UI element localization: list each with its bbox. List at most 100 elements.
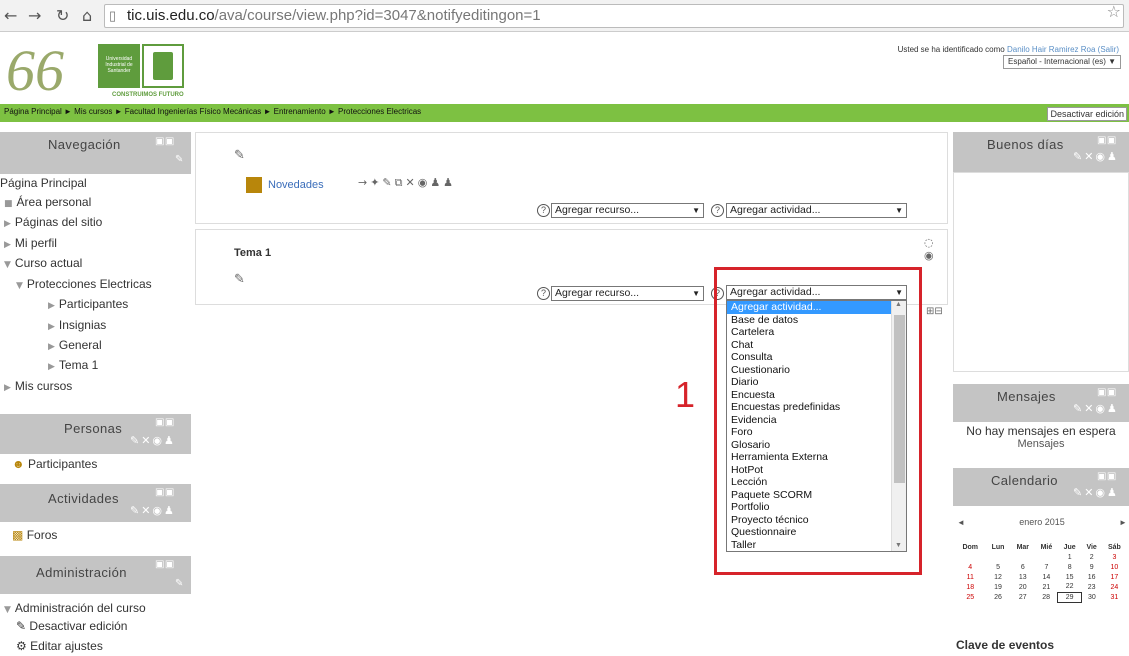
block-actions-icon[interactable]: ✎✕◉♟ bbox=[1073, 150, 1119, 163]
block-controls-icon[interactable]: ▣▣ bbox=[155, 559, 175, 570]
nav-item-topic1[interactable]: ▶ Tema 1 bbox=[48, 358, 98, 372]
admin-edit-settings[interactable]: ⚙ Editar ajustes bbox=[16, 639, 103, 653]
nav-item-profile[interactable]: ▶ Mi perfil bbox=[4, 236, 57, 250]
activity-edit-icons[interactable]: →✦✎⧉✕◉♟♟ bbox=[358, 176, 456, 190]
admin-course-item[interactable]: ▼ Administración del curso bbox=[4, 601, 146, 615]
edit-icon[interactable]: ✎ bbox=[175, 578, 184, 589]
university-logo: Universidad Industrial de Santander bbox=[98, 44, 140, 88]
calendar-next-icon[interactable]: ► bbox=[1119, 518, 1127, 527]
forward-icon[interactable]: → bbox=[28, 6, 41, 25]
expand-collapse-icon[interactable]: ⊞⊟ bbox=[926, 306, 943, 317]
logo-66[interactable]: 66 bbox=[6, 42, 64, 100]
calendar-day[interactable]: 30 bbox=[1081, 592, 1101, 602]
nav-item-my-courses[interactable]: ▶ Mis cursos bbox=[4, 379, 72, 393]
calendar-day[interactable]: 27 bbox=[1011, 592, 1035, 602]
activities-block-header: Actividades ▣▣ ✎✕◉♟ bbox=[0, 484, 191, 522]
nav-item-site-pages[interactable]: ▶ Páginas del sitio bbox=[4, 215, 102, 229]
help-icon[interactable]: ? bbox=[537, 204, 550, 217]
people-participants-link[interactable]: ☻ Participantes bbox=[12, 457, 97, 471]
select-value: Agregar recurso... bbox=[555, 204, 640, 216]
block-controls-icon[interactable]: ▣▣ bbox=[155, 417, 175, 428]
block-controls-icon[interactable]: ▣▣ bbox=[155, 136, 175, 147]
calendar-day[interactable]: 28 bbox=[1035, 592, 1058, 602]
edit-icon[interactable]: ✎ bbox=[175, 154, 184, 165]
calendar-day[interactable]: 19 bbox=[985, 582, 1010, 592]
calendar-day[interactable]: 6 bbox=[1011, 562, 1035, 572]
calendar-title: Calendario bbox=[991, 473, 1058, 488]
back-icon[interactable]: ← bbox=[4, 6, 17, 25]
block-controls-icon[interactable]: ▣▣ bbox=[1097, 387, 1117, 398]
forums-label: Foros bbox=[26, 528, 58, 542]
select-value: Agregar recurso... bbox=[555, 287, 640, 299]
calendar-day[interactable]: 7 bbox=[1035, 562, 1058, 572]
nav-item-current-course[interactable]: ▼ Curso actual bbox=[4, 256, 82, 270]
block-actions-icon[interactable]: ✎✕◉♟ bbox=[130, 504, 176, 517]
calendar-day-header: Mar bbox=[1016, 543, 1030, 551]
reload-icon[interactable]: ↻ bbox=[56, 6, 69, 25]
people-label: Participantes bbox=[27, 457, 98, 471]
add-resource-select[interactable]: Agregar recurso... ▼ bbox=[551, 203, 704, 218]
bookmark-star-icon[interactable]: ☆ bbox=[1107, 2, 1121, 21]
calendar-day[interactable]: 24 bbox=[1102, 582, 1127, 592]
add-activity-select[interactable]: Agregar actividad... ▼ bbox=[726, 203, 907, 218]
calendar-day[interactable]: 14 bbox=[1035, 572, 1058, 582]
breadcrumb[interactable]: Página Principal ► Mis cursos ► Facultad… bbox=[4, 107, 421, 116]
edit-summary-icon[interactable]: ✎ bbox=[234, 148, 248, 163]
home-icon[interactable]: ⌂ bbox=[82, 6, 92, 25]
calendar-day[interactable]: 16 bbox=[1081, 572, 1101, 582]
forums-link[interactable]: ▩ Foros bbox=[12, 528, 57, 542]
calendar-day[interactable]: 20 bbox=[1011, 582, 1035, 592]
calendar-day[interactable]: 29 bbox=[1057, 591, 1082, 603]
block-actions-icon[interactable]: ✎✕◉♟ bbox=[1073, 486, 1119, 499]
calendar-day[interactable]: 15 bbox=[1058, 572, 1082, 582]
calendar-day[interactable]: 18 bbox=[955, 582, 985, 592]
calendar-day[interactable]: 23 bbox=[1081, 582, 1101, 592]
nav-item-home[interactable]: Página Principal bbox=[0, 176, 87, 190]
block-actions-icon[interactable]: ✎✕◉♟ bbox=[130, 434, 176, 447]
calendar-prev-icon[interactable]: ◄ bbox=[957, 518, 965, 527]
select-value: Agregar actividad... bbox=[730, 204, 821, 216]
language-select[interactable]: Español - Internacional (es) ▼ bbox=[1003, 55, 1121, 69]
calendar-day[interactable]: 3 bbox=[1102, 552, 1127, 562]
people-icon: ☻ bbox=[12, 457, 25, 471]
disable-editing-button[interactable]: Desactivar edición bbox=[1047, 107, 1127, 121]
highlight-icon[interactable]: ◌ ◉ bbox=[924, 236, 937, 262]
add-resource-select[interactable]: Agregar recurso... ▼ bbox=[551, 286, 704, 301]
calendar-day[interactable]: 22 bbox=[1058, 582, 1082, 592]
news-forum-link[interactable]: Novedades bbox=[268, 179, 324, 191]
calendar-day[interactable]: 5 bbox=[985, 562, 1010, 572]
block-controls-icon[interactable]: ▣▣ bbox=[1097, 471, 1117, 482]
help-icon[interactable]: ? bbox=[537, 287, 550, 300]
block-controls-icon[interactable]: ▣▣ bbox=[1097, 135, 1117, 146]
calendar-day[interactable]: 9 bbox=[1081, 562, 1101, 572]
nav-item-personal-area[interactable]: ■ Área personal bbox=[4, 195, 91, 209]
edit-summary-icon[interactable]: ✎ bbox=[234, 272, 248, 287]
nav-item-badges[interactable]: ▶ Insignias bbox=[48, 318, 106, 332]
block-controls-icon[interactable]: ▣▣ bbox=[155, 487, 175, 498]
calendar-day[interactable]: 4 bbox=[955, 562, 985, 572]
messages-link[interactable]: Mensajes bbox=[953, 438, 1129, 450]
calendar-day[interactable]: 21 bbox=[1035, 582, 1058, 592]
calendar-day[interactable]: 12 bbox=[985, 572, 1010, 582]
people-title: Personas bbox=[64, 421, 123, 436]
address-bar[interactable]: ▯ tic.uis.edu.co/ava/course/view.php?id=… bbox=[104, 4, 1124, 28]
admin-disable-editing[interactable]: ✎ Desactivar edición bbox=[16, 619, 127, 633]
nav-item-participants[interactable]: ▶ Participantes bbox=[48, 297, 128, 311]
calendar-day-header: Vie bbox=[1086, 543, 1097, 551]
calendar-day[interactable]: 10 bbox=[1102, 562, 1127, 572]
calendar-day[interactable]: 8 bbox=[1058, 562, 1082, 572]
user-link[interactable]: Danilo Hair Ramirez Roa (Salir) bbox=[1007, 45, 1119, 54]
calendar-day[interactable]: 11 bbox=[955, 572, 985, 582]
calendar-day[interactable]: 1 bbox=[1058, 552, 1082, 562]
greeting-title: Buenos días bbox=[987, 137, 1064, 152]
nav-item-general[interactable]: ▶ General bbox=[48, 338, 102, 352]
calendar-day[interactable]: 31 bbox=[1102, 592, 1127, 602]
calendar-day[interactable]: 17 bbox=[1102, 572, 1127, 582]
calendar-day[interactable]: 2 bbox=[1081, 552, 1101, 562]
help-icon[interactable]: ? bbox=[711, 204, 724, 217]
nav-item-course[interactable]: ▼ Protecciones Electricas bbox=[16, 277, 152, 291]
calendar-day[interactable]: 13 bbox=[1011, 572, 1035, 582]
block-actions-icon[interactable]: ✎✕◉♟ bbox=[1073, 402, 1119, 415]
calendar-day[interactable]: 26 bbox=[985, 592, 1010, 602]
calendar-day[interactable]: 25 bbox=[955, 592, 985, 602]
